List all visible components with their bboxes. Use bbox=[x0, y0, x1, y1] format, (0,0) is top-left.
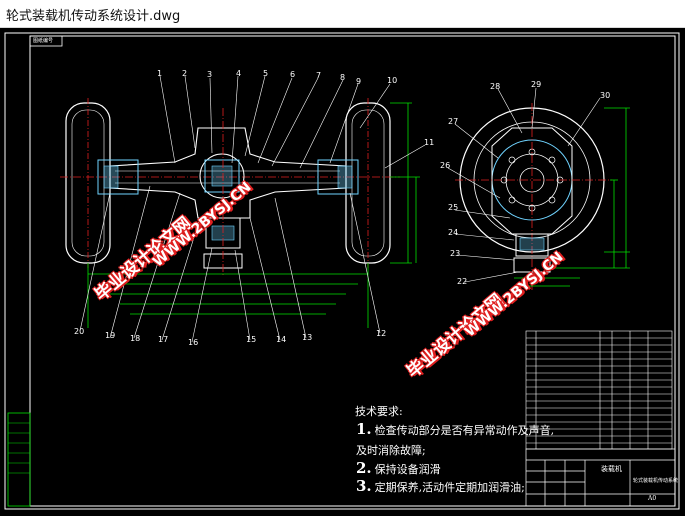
callout-14: 14 bbox=[276, 335, 286, 344]
callout-29: 29 bbox=[531, 80, 541, 89]
callout-16: 16 bbox=[188, 338, 198, 347]
callout-9: 9 bbox=[356, 77, 361, 86]
title-block-sheet: A0 bbox=[648, 495, 657, 502]
callout-17: 17 bbox=[158, 335, 168, 344]
tech-note-2: 2. 保持设备润滑 bbox=[356, 459, 441, 477]
axle-side-view bbox=[447, 87, 630, 290]
side-leader-lines bbox=[447, 87, 601, 283]
callout-7: 7 bbox=[316, 71, 321, 80]
dimension-lines bbox=[87, 102, 420, 328]
leader-lines bbox=[79, 75, 426, 343]
tech-note-3: 3. 定期保养,活动件定期加润滑油; bbox=[356, 477, 525, 495]
callout-1: 1 bbox=[157, 69, 162, 78]
title-block-drawing-title: 轮式装载机传动系统 bbox=[633, 478, 679, 484]
callout-27: 27 bbox=[448, 117, 458, 126]
tech-notes-heading: 技术要求: bbox=[355, 405, 403, 418]
callout-26: 26 bbox=[440, 161, 450, 170]
sheet-tag: 图纸编号 bbox=[33, 38, 54, 44]
title-block-name: 装载机 bbox=[601, 465, 622, 473]
callout-23: 23 bbox=[450, 249, 460, 258]
window-title: 轮式装载机传动系统设计.dwg bbox=[6, 9, 181, 24]
callout-4: 4 bbox=[236, 69, 241, 78]
callout-12: 12 bbox=[376, 329, 386, 338]
axle-front-view bbox=[60, 75, 426, 343]
callout-30: 30 bbox=[600, 91, 610, 100]
drawing-canvas[interactable]: 1 2 3 4 5 6 7 8 9 10 11 20 19 18 17 16 1… bbox=[0, 28, 685, 516]
callout-18: 18 bbox=[130, 334, 140, 343]
callout-5: 5 bbox=[263, 69, 268, 78]
callout-8: 8 bbox=[340, 73, 345, 82]
window-titlebar: 轮式装载机传动系统设计.dwg bbox=[0, 0, 685, 28]
callout-20: 20 bbox=[74, 327, 84, 336]
callout-3: 3 bbox=[207, 70, 212, 79]
callout-22: 22 bbox=[457, 277, 467, 286]
tech-note-1: 1. 检查传动部分是否有异常动作及声音, bbox=[356, 420, 555, 438]
tech-note-1-cont: 及时消除故障; bbox=[356, 444, 426, 457]
callout-11: 11 bbox=[424, 138, 434, 147]
callout-13: 13 bbox=[302, 333, 312, 342]
callout-19: 19 bbox=[105, 331, 115, 340]
callout-24: 24 bbox=[448, 228, 458, 237]
callout-6: 6 bbox=[290, 70, 295, 79]
callout-28: 28 bbox=[490, 82, 500, 91]
callout-15: 15 bbox=[246, 335, 256, 344]
callout-2: 2 bbox=[182, 69, 187, 78]
revision-strip bbox=[7, 412, 31, 507]
callout-25: 25 bbox=[448, 203, 458, 212]
callout-10: 10 bbox=[387, 76, 397, 85]
